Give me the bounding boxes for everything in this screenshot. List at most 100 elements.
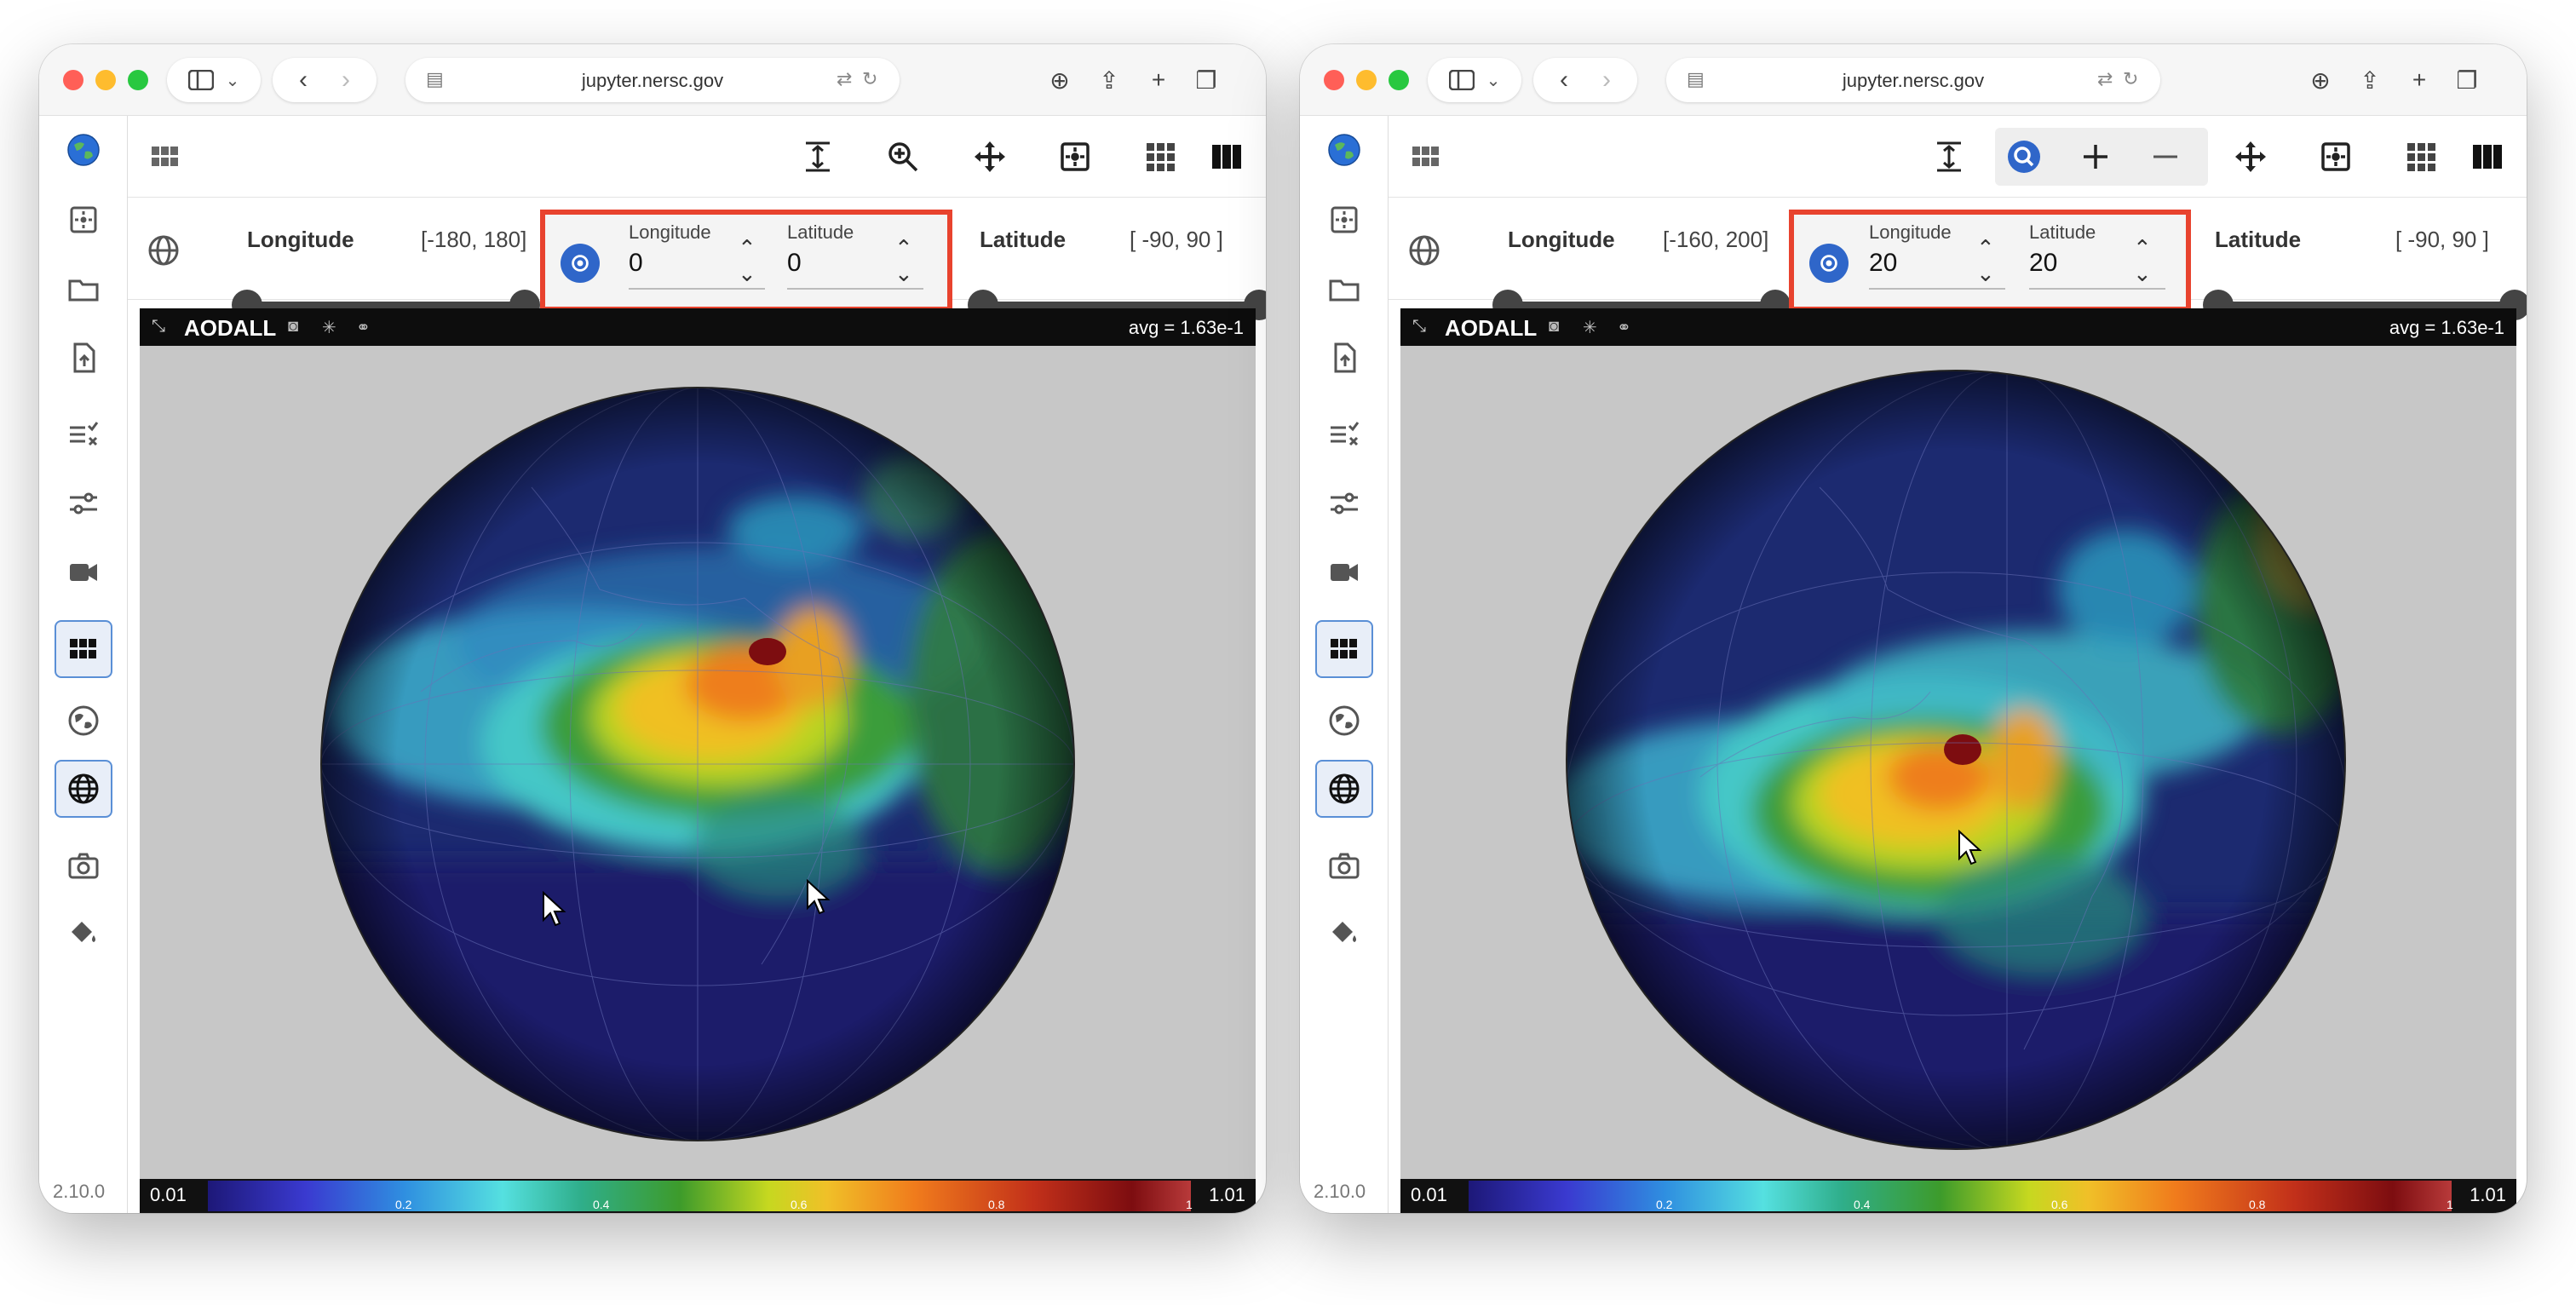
recenter-button[interactable] (1051, 133, 1099, 181)
globe-map[interactable] (319, 385, 1077, 1143)
expand-icon[interactable]: ⤡ (152, 317, 165, 336)
file-upload-icon[interactable] (1315, 329, 1373, 387)
download-icon[interactable]: ⊕ (1043, 63, 1077, 97)
grid-layout-button[interactable] (2397, 133, 2445, 181)
translate-icon[interactable]: ⇄ (837, 68, 860, 92)
apps-grid-button[interactable] (141, 133, 189, 181)
link-icon[interactable]: ⚭ (1617, 317, 1631, 338)
variables-icon[interactable] (1315, 191, 1373, 249)
checklist-icon[interactable] (1315, 405, 1373, 463)
reload-icon[interactable]: ↻ (2123, 68, 2147, 92)
latitude-increment-icon[interactable]: ⌃ (894, 235, 913, 262)
center-longitude-input[interactable]: 20 (1869, 249, 1897, 278)
minimize-window-button[interactable] (95, 70, 116, 90)
fit-vertical-button[interactable] (1925, 133, 1973, 181)
apps-grid-button[interactable] (1402, 133, 1450, 181)
tab-overview-icon[interactable]: ❐ (1189, 63, 1223, 97)
globe-map[interactable] (1564, 368, 2348, 1152)
video-camera-icon[interactable] (1315, 543, 1373, 601)
close-window-button[interactable] (1324, 70, 1344, 90)
latitude-increment-icon[interactable]: ⌃ (2133, 235, 2152, 262)
file-upload-icon[interactable] (55, 329, 112, 387)
download-icon[interactable]: ⊕ (2303, 63, 2337, 97)
center-latitude-input[interactable]: 0 (787, 249, 802, 278)
close-window-button[interactable] (63, 70, 83, 90)
title-bar: ⌄ ‹ › ▤ jupyter.nersc.gov ⇄ ↻ ⊕ ⇪ + ❐ (39, 44, 1266, 116)
forward-button[interactable]: › (1602, 66, 1611, 95)
column-layout-button[interactable] (2464, 133, 2511, 181)
recenter-button[interactable] (2312, 133, 2360, 181)
latitude-decrement-icon[interactable]: ⌄ (894, 261, 913, 287)
zoom-in-icon (888, 142, 918, 172)
center-longitude-input[interactable]: 0 (629, 249, 643, 278)
camera-icon[interactable]: ◙ (288, 317, 298, 336)
center-view-button[interactable] (561, 244, 600, 283)
colorbar-max: 1.01 (2470, 1184, 2506, 1205)
maximize-window-button[interactable] (128, 70, 148, 90)
tab-overview-icon[interactable]: ❐ (2450, 63, 2484, 97)
zoom-mode-button[interactable] (2000, 133, 2048, 181)
earth-logo-icon[interactable] (55, 121, 112, 179)
back-button[interactable]: ‹ (299, 66, 308, 95)
variables-icon[interactable] (55, 191, 112, 249)
longitude-increment-icon[interactable]: ⌃ (738, 235, 756, 262)
folder-sync-icon[interactable] (55, 261, 112, 319)
address-bar[interactable]: ▤ jupyter.nersc.gov ⇄ ↻ (1666, 58, 2160, 102)
column-layout-button[interactable] (1203, 133, 1251, 181)
click-pointer-icon[interactable]: ✳ (1583, 317, 1597, 338)
longitude-slider[interactable] (1499, 302, 1772, 308)
click-pointer-icon[interactable]: ✳ (322, 317, 336, 338)
latitude-slider[interactable] (981, 302, 1261, 308)
link-icon[interactable]: ⚭ (356, 317, 371, 338)
camera-icon[interactable] (1315, 836, 1373, 894)
share-icon[interactable]: ⇪ (2353, 63, 2387, 97)
latitude-slider[interactable] (2217, 302, 2516, 308)
pan-button[interactable] (2227, 133, 2274, 181)
sidebar-toggle-button[interactable]: ⌄ (167, 58, 261, 102)
new-tab-icon[interactable]: + (2402, 63, 2436, 97)
globe-projection-icon[interactable] (1315, 760, 1373, 818)
video-camera-icon[interactable] (55, 543, 112, 601)
earth-logo-icon[interactable] (1315, 121, 1373, 179)
forward-button[interactable]: › (342, 66, 350, 95)
share-icon[interactable]: ⇪ (1092, 63, 1126, 97)
center-latitude-input[interactable]: 20 (2029, 249, 2057, 278)
zoom-in-button[interactable] (2072, 133, 2119, 181)
grid-layout-button[interactable] (1136, 133, 1184, 181)
latitude-decrement-icon[interactable]: ⌄ (2133, 261, 2152, 287)
globe-projection-icon[interactable] (55, 760, 112, 818)
sliders-icon[interactable] (55, 474, 112, 532)
sidebar-toggle-button[interactable]: ⌄ (1428, 58, 1521, 102)
reload-icon[interactable]: ↻ (862, 68, 886, 92)
left-sidebar: 2.10.0 (1300, 116, 1389, 1213)
camera-icon[interactable]: ◙ (1549, 317, 1559, 336)
longitude-increment-icon[interactable]: ⌃ (1976, 235, 1995, 262)
paint-bucket-icon[interactable] (1315, 903, 1373, 961)
center-view-button[interactable] (1809, 244, 1849, 283)
camera-icon[interactable] (55, 836, 112, 894)
longitude-decrement-icon[interactable]: ⌄ (1976, 261, 1995, 287)
globe-filled-icon[interactable] (1315, 692, 1373, 750)
grid-view-icon[interactable] (55, 620, 112, 678)
address-bar[interactable]: ▤ jupyter.nersc.gov ⇄ ↻ (405, 58, 900, 102)
back-button[interactable]: ‹ (1560, 66, 1568, 95)
minimize-window-button[interactable] (1356, 70, 1377, 90)
new-tab-icon[interactable]: + (1141, 63, 1176, 97)
sliders-icon[interactable] (1315, 474, 1373, 532)
expand-icon[interactable]: ⤡ (1412, 317, 1426, 336)
zoom-out-button[interactable] (2142, 133, 2189, 181)
zoom-button[interactable] (879, 133, 927, 181)
longitude-decrement-icon[interactable]: ⌄ (738, 261, 756, 287)
pan-button[interactable] (966, 133, 1014, 181)
center-longitude-label: Longitude (1869, 221, 1952, 243)
grid-view-icon[interactable] (1315, 620, 1373, 678)
checklist-icon[interactable] (55, 405, 112, 463)
folder-sync-icon[interactable] (1315, 261, 1373, 319)
translate-icon[interactable]: ⇄ (2097, 68, 2121, 92)
globe-filled-icon[interactable] (55, 692, 112, 750)
fit-vertical-button[interactable] (794, 133, 842, 181)
maximize-window-button[interactable] (1389, 70, 1409, 90)
paint-bucket-icon[interactable] (55, 903, 112, 961)
minus-icon (2153, 155, 2177, 158)
longitude-slider[interactable] (239, 302, 521, 308)
